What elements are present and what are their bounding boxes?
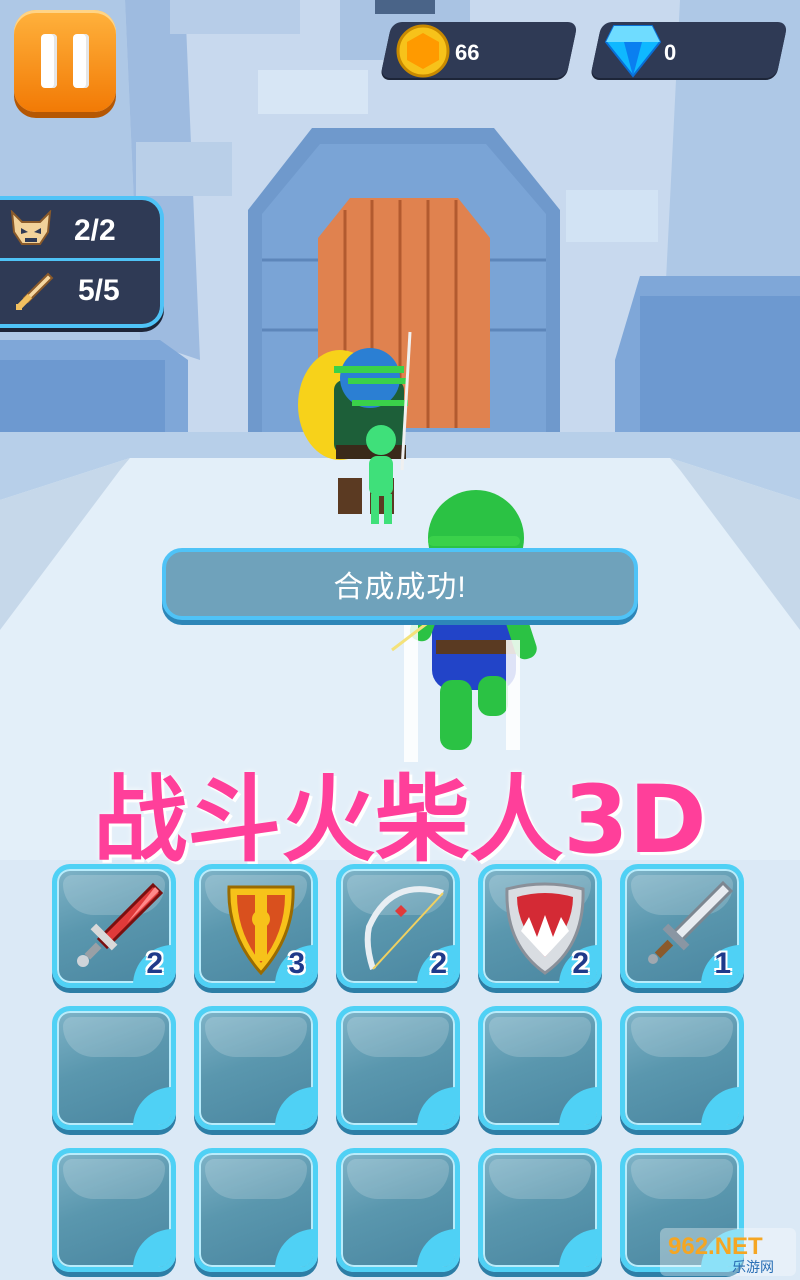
inventory-slot[interactable]: 3 bbox=[194, 864, 318, 988]
empty-inventory-slot[interactable] bbox=[620, 1006, 744, 1130]
coin-count: 66 bbox=[455, 40, 480, 65]
empty-inventory-slot[interactable] bbox=[52, 1148, 176, 1272]
empty-inventory-slot[interactable] bbox=[52, 1006, 176, 1130]
game-title-banner: 战斗火柴人3D bbox=[93, 766, 707, 875]
inventory-slot[interactable]: 2 bbox=[478, 864, 602, 988]
sword-icon bbox=[16, 272, 54, 310]
inventory-slot[interactable]: 2 bbox=[336, 864, 460, 988]
empty-inventory-slot[interactable] bbox=[478, 1006, 602, 1130]
weapon-count: 5/5 bbox=[78, 274, 120, 307]
coin-icon bbox=[396, 24, 450, 78]
empty-inventory-slot[interactable] bbox=[194, 1148, 318, 1272]
inventory-slot[interactable]: 2 bbox=[52, 864, 176, 988]
inventory-slot[interactable]: 1 bbox=[620, 864, 744, 988]
gem-icon bbox=[604, 25, 662, 78]
item-level: 2 bbox=[572, 947, 589, 980]
toast-text: 合成成功! bbox=[333, 571, 467, 604]
demon-skull-icon bbox=[10, 210, 52, 245]
empty-inventory-slot[interactable] bbox=[336, 1006, 460, 1130]
empty-inventory-slot[interactable] bbox=[336, 1148, 460, 1272]
gem-count: 0 bbox=[664, 40, 677, 65]
pause-icon bbox=[41, 34, 57, 88]
game-scene bbox=[0, 0, 800, 860]
inventory-grid: 2 3 2 2 1 bbox=[52, 864, 752, 1272]
pause-button[interactable] bbox=[14, 10, 116, 112]
merge-success-toast: 合成成功! bbox=[162, 548, 638, 620]
stats-panel: 2/2 5/5 bbox=[0, 196, 164, 328]
empty-inventory-slot[interactable] bbox=[478, 1148, 602, 1272]
svg-text:962.NET: 962.NET bbox=[668, 1233, 763, 1260]
svg-text:乐游网: 乐游网 bbox=[732, 1260, 774, 1276]
item-level: 3 bbox=[288, 947, 305, 980]
watermark-logo: 962.NET 乐游网 bbox=[660, 1228, 796, 1276]
enemy-count: 2/2 bbox=[74, 214, 116, 247]
castle-backdrop bbox=[0, 0, 800, 860]
item-level: 2 bbox=[146, 947, 163, 980]
item-level: 1 bbox=[714, 947, 731, 980]
empty-inventory-slot[interactable] bbox=[194, 1006, 318, 1130]
item-level: 2 bbox=[430, 947, 447, 980]
